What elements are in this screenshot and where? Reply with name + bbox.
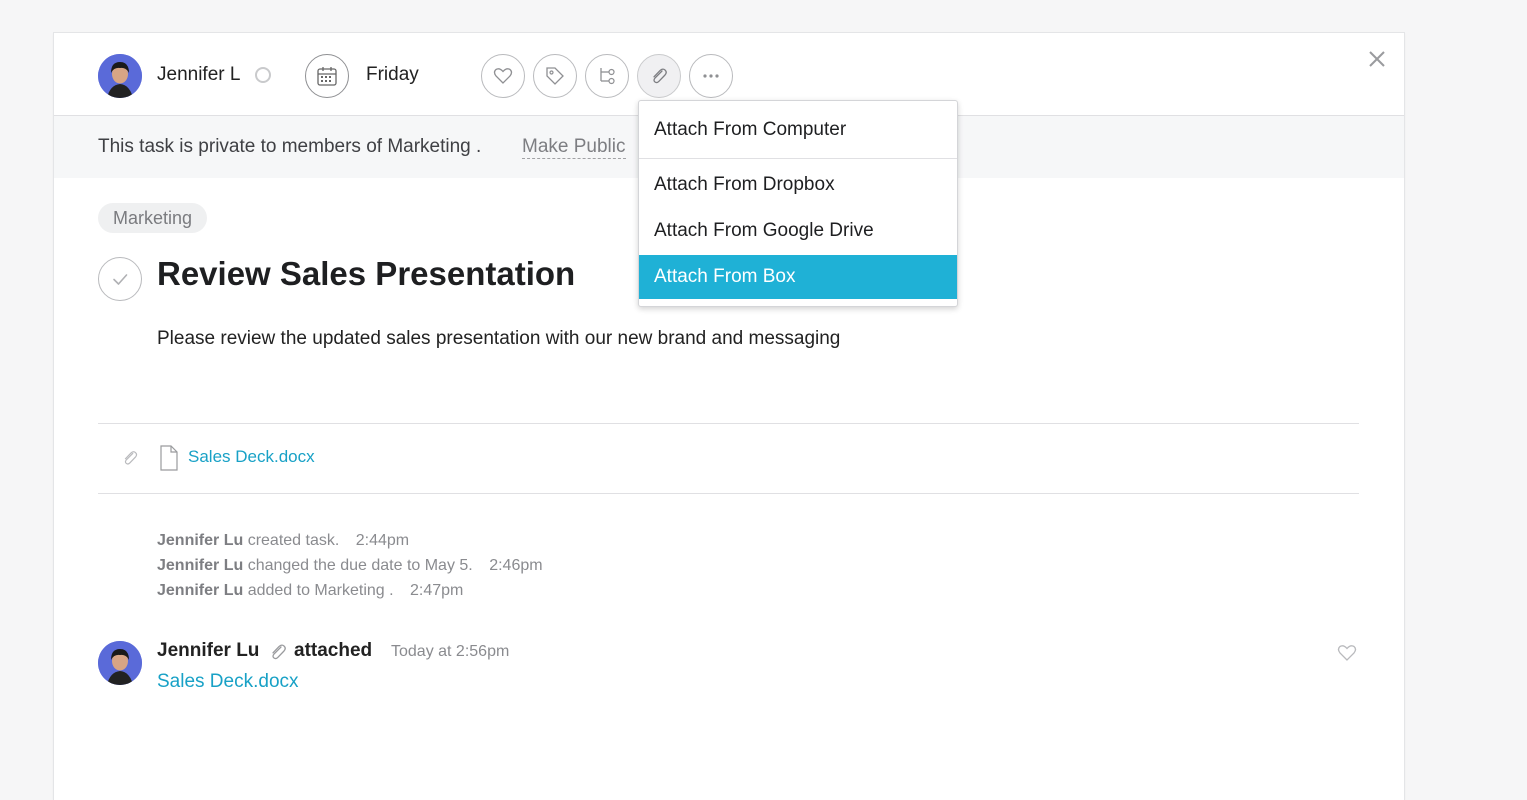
attachment-clip-icon — [120, 447, 140, 474]
checkmark-icon — [113, 274, 128, 285]
attach-from-computer[interactable]: Attach From Computer — [639, 108, 957, 152]
activity-text: changed the due date to May 5. — [247, 557, 473, 574]
divider — [98, 423, 1359, 424]
comment-action: attached — [294, 640, 373, 661]
menu-separator — [639, 158, 957, 159]
comment-author[interactable]: Jennifer Lu — [157, 640, 259, 662]
activity-time: 2:46pm — [489, 557, 543, 574]
more-actions-button[interactable] — [689, 54, 733, 98]
attachment-link[interactable]: Sales Deck.docx — [188, 447, 315, 467]
comment-time: Today at 2:56pm — [391, 643, 510, 660]
document-icon — [159, 445, 179, 476]
assignee-avatar[interactable] — [98, 54, 142, 98]
tag-button[interactable] — [533, 54, 577, 98]
close-icon — [1369, 51, 1385, 67]
complete-task-button[interactable] — [98, 257, 142, 301]
activity-log: Jennifer Lu created task. 2:44pm Jennife… — [157, 528, 543, 603]
attach-from-google-drive[interactable]: Attach From Google Drive — [639, 209, 957, 253]
assignee-status-icon — [255, 67, 271, 83]
close-button[interactable] — [1365, 47, 1389, 71]
divider — [98, 493, 1359, 494]
task-description[interactable]: Please review the updated sales presenta… — [157, 328, 840, 350]
comment-like-button[interactable] — [1335, 642, 1359, 669]
make-public-link[interactable]: Make Public — [522, 136, 626, 159]
attach-button[interactable] — [637, 54, 681, 98]
activity-text: created task. — [247, 532, 340, 549]
more-icon — [703, 74, 719, 78]
activity-text: added to Marketing . — [247, 582, 394, 599]
heart-icon — [493, 68, 513, 84]
attach-from-dropbox[interactable]: Attach From Dropbox — [639, 163, 957, 207]
like-button[interactable] — [481, 54, 525, 98]
project-tag[interactable]: Marketing — [98, 203, 208, 233]
assignee-name[interactable]: Jennifer L — [157, 64, 240, 86]
comment-attachment-link[interactable]: Sales Deck.docx — [157, 671, 299, 693]
privacy-message: This task is private to members of Marke… — [98, 136, 482, 157]
activity-actor[interactable]: Jennifer Lu — [157, 582, 243, 599]
comment-avatar[interactable] — [98, 641, 142, 685]
calendar-icon — [317, 67, 337, 86]
activity-entry: Jennifer Lu created task. 2:44pm — [157, 528, 543, 553]
activity-time: 2:44pm — [355, 532, 410, 549]
subtask-icon — [600, 68, 615, 85]
heart-icon — [1337, 645, 1357, 661]
task-title[interactable]: Review Sales Presentation — [157, 255, 575, 293]
activity-actor[interactable]: Jennifer Lu — [157, 532, 243, 549]
subtask-button[interactable] — [585, 54, 629, 98]
activity-entry: Jennifer Lu changed the due date to May … — [157, 553, 543, 578]
activity-actor[interactable]: Jennifer Lu — [157, 557, 243, 574]
due-date-label[interactable]: Friday — [366, 64, 419, 86]
activity-entry: Jennifer Lu added to Marketing . 2:47pm — [157, 578, 543, 603]
paperclip-icon — [267, 640, 289, 669]
activity-time: 2:47pm — [410, 582, 464, 599]
tag-icon — [546, 67, 564, 85]
attach-from-box[interactable]: Attach From Box — [639, 255, 957, 299]
due-date-button[interactable] — [305, 54, 349, 98]
paperclip-icon — [653, 68, 667, 84]
attach-menu: Attach From Computer Attach From Dropbox… — [638, 100, 958, 307]
